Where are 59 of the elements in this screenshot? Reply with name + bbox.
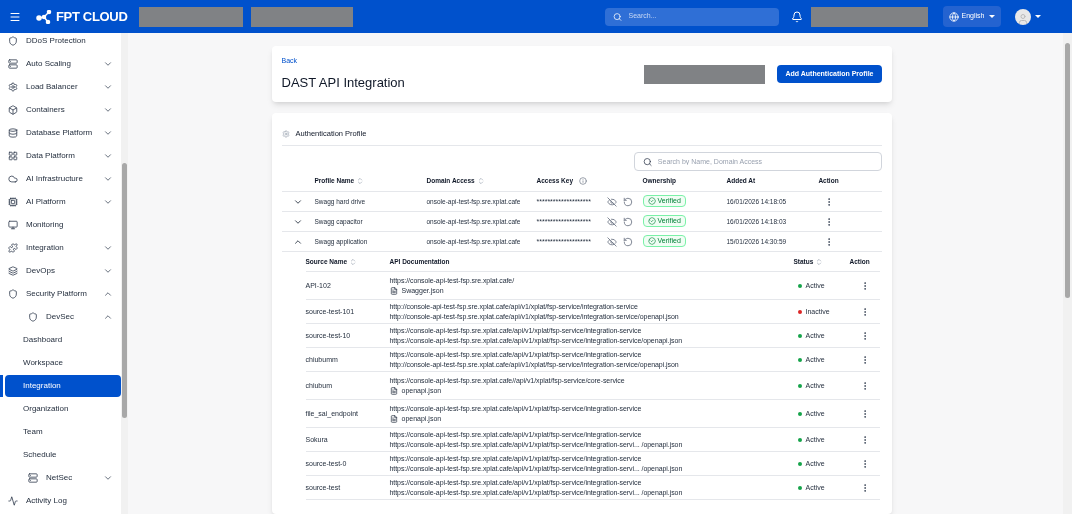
- refresh-icon[interactable]: [622, 236, 633, 247]
- monitor-icon: [8, 219, 18, 230]
- sidebar-item[interactable]: Monitoring: [26, 218, 64, 231]
- box-icon: [8, 104, 18, 115]
- sidebar-item[interactable]: DevSec: [46, 310, 74, 323]
- refresh-icon[interactable]: [622, 196, 633, 207]
- sidebar-item[interactable]: Data Platform: [26, 149, 75, 162]
- chip-icon: [8, 196, 18, 207]
- file-icon: [389, 386, 398, 395]
- info-icon: [579, 177, 587, 186]
- search-icon: [613, 11, 623, 22]
- sidebar-item[interactable]: Security Platform: [26, 287, 87, 300]
- sidebar-item[interactable]: Integration: [26, 241, 64, 254]
- eye-off-icon[interactable]: [606, 236, 617, 247]
- sidebar-item[interactable]: DDoS Protection: [26, 34, 86, 47]
- search-icon: [642, 156, 652, 167]
- shield-icon: [8, 35, 18, 46]
- sidebar-item[interactable]: NetSec: [46, 471, 73, 484]
- avatar-button[interactable]: [1015, 8, 1042, 25]
- sidebar-item[interactable]: Schedule: [5, 443, 121, 466]
- avatar-icon: [1015, 8, 1032, 25]
- cloud-icon: [8, 173, 18, 184]
- server-icon: [8, 58, 18, 69]
- sidebar-item[interactable]: Load Balancer: [26, 80, 78, 93]
- gear-icon: [8, 81, 18, 92]
- sidebar-item[interactable]: Containers: [26, 103, 65, 116]
- sidebar-item[interactable]: Workspace: [5, 351, 121, 374]
- eye-off-icon[interactable]: [606, 216, 617, 227]
- globe-icon: [949, 11, 960, 22]
- shield-icon: [8, 288, 18, 299]
- bell-icon[interactable]: [791, 10, 804, 23]
- sidebar-item[interactable]: AI Platform: [26, 195, 66, 208]
- layers-icon: [8, 265, 18, 276]
- scrollbar[interactable]: [1063, 33, 1072, 514]
- file-icon: [389, 414, 398, 423]
- sidebar-item[interactable]: DevOps: [26, 264, 55, 277]
- refresh-icon[interactable]: [622, 216, 633, 227]
- sidebar-item[interactable]: Organization: [5, 397, 121, 420]
- sidebar-item[interactable]: Auto Scaling: [26, 57, 71, 70]
- activity-icon: [8, 495, 18, 506]
- caret-icon: [1035, 15, 1042, 18]
- eye-off-icon[interactable]: [606, 196, 617, 207]
- sidebar-item[interactable]: Dashboard: [5, 328, 121, 351]
- sidebar-item[interactable]: AI Infrastructure: [26, 172, 83, 185]
- logo-icon: [36, 9, 52, 24]
- grid-icon: [8, 150, 18, 161]
- sidebar-item[interactable]: Integration: [5, 374, 121, 397]
- database-icon: [8, 127, 18, 138]
- sidebar-item[interactable]: Database Platform: [26, 126, 93, 139]
- logo-text: FPT CLOUD: [56, 7, 128, 26]
- caret-icon: [989, 15, 996, 18]
- scrollbar[interactable]: [121, 33, 128, 514]
- gear-icon: [281, 129, 290, 138]
- file-icon: [389, 286, 398, 295]
- menu-icon: [9, 10, 21, 23]
- sidebar-item[interactable]: Team: [5, 420, 121, 443]
- sidebar-item[interactable]: Activity Log: [26, 494, 67, 507]
- puzzle-icon: [8, 242, 18, 253]
- page-title: DAST API Integration: [281, 74, 405, 92]
